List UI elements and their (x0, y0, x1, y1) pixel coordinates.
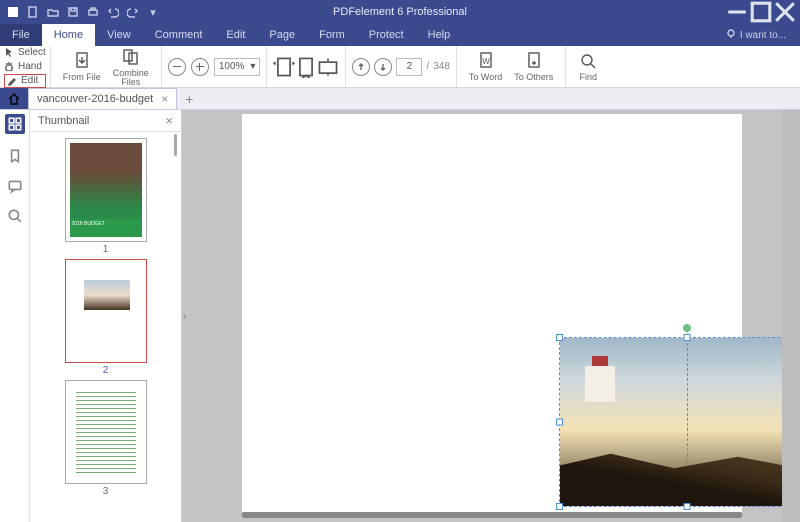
new-icon[interactable] (26, 5, 40, 19)
fit-height-button[interactable] (317, 56, 339, 78)
thumbnail-panel-header: Thumbnail × (30, 110, 181, 132)
menu-protect[interactable]: Protect (357, 24, 416, 46)
resize-handle-s[interactable] (684, 503, 691, 510)
search-panel-button[interactable] (7, 208, 23, 224)
thumbnail-page[interactable]: 2016 BUDGET 1 (65, 138, 147, 255)
print-icon[interactable] (86, 5, 100, 19)
thumbnail-page-number: 2 (103, 365, 109, 376)
workspace: Thumbnail × 2016 BUDGET 1 2 3 ‹ (0, 110, 800, 522)
page-total: 348 (433, 61, 450, 72)
menu-form[interactable]: Form (307, 24, 357, 46)
menu-bar: File Home View Comment Edit Page Form Pr… (0, 24, 800, 46)
ribbon-create-group: From File Combine Files (51, 46, 162, 87)
thumbnail-page-number: 3 (103, 486, 109, 497)
thumbnail-scrollbar[interactable] (174, 134, 177, 156)
to-others-icon (524, 51, 544, 71)
close-button[interactable] (774, 3, 796, 21)
svg-text:W: W (482, 57, 490, 66)
document-tab-label: vancouver-2016-budget (37, 93, 153, 105)
zoom-in-button[interactable] (191, 58, 209, 76)
window-controls (726, 3, 800, 21)
thumbnail-page[interactable]: 3 (65, 380, 147, 497)
find-button[interactable]: Find (572, 46, 604, 87)
thumbnail-panel-button[interactable] (5, 114, 25, 134)
maximize-button[interactable] (750, 3, 772, 21)
resize-handle-w[interactable] (556, 419, 563, 426)
zoom-out-button[interactable] (168, 58, 186, 76)
collapse-panel-handle[interactable]: ‹ (182, 301, 188, 331)
fit-width-button[interactable] (295, 56, 317, 78)
hand-tool[interactable]: Hand (4, 60, 46, 73)
thumbnail-panel: Thumbnail × 2016 BUDGET 1 2 3 (30, 110, 182, 522)
menu-view[interactable]: View (95, 24, 143, 46)
thumbnail-panel-title: Thumbnail (38, 115, 89, 127)
horizontal-scrollbar[interactable] (242, 512, 742, 518)
thumbnail-page[interactable]: 2 (65, 259, 147, 376)
tab-home-button[interactable] (0, 88, 28, 109)
thumbnail-list: 2016 BUDGET 1 2 3 (30, 132, 181, 522)
find-icon (578, 51, 598, 71)
ribbon-tools-group: Select Hand Edit (0, 46, 51, 87)
from-file-button[interactable]: From File (57, 46, 107, 87)
minimize-button[interactable] (726, 3, 748, 21)
close-tab-icon[interactable]: × (161, 92, 168, 106)
thumbnail-page-number: 1 (103, 244, 109, 255)
fit-page-button[interactable] (273, 56, 295, 78)
document-tab[interactable]: vancouver-2016-budget × (28, 88, 177, 109)
from-file-icon (72, 51, 92, 71)
page-separator: / (426, 61, 429, 72)
side-toolbar (0, 110, 30, 522)
add-tab-button[interactable]: + (177, 91, 201, 107)
next-page-button[interactable] (374, 58, 392, 76)
ribbon-convert-group: W To Word To Others (457, 46, 566, 87)
prev-page-button[interactable] (352, 58, 370, 76)
combine-files-button[interactable]: Combine Files (107, 46, 155, 87)
document-tab-bar: vancouver-2016-budget × + (0, 88, 800, 110)
open-icon[interactable] (46, 5, 60, 19)
quick-access-toolbar: ▾ (0, 5, 166, 19)
chevron-down-icon: ▾ (250, 61, 255, 72)
to-others-button[interactable]: To Others (508, 46, 559, 87)
page-number-input[interactable] (396, 58, 422, 76)
menu-edit[interactable]: Edit (214, 24, 257, 46)
combine-files-icon (121, 47, 141, 67)
resize-handle-nw[interactable] (556, 334, 563, 341)
save-icon[interactable] (66, 5, 80, 19)
resize-handle-n[interactable] (684, 334, 691, 341)
menu-help[interactable]: Help (416, 24, 463, 46)
menu-page[interactable]: Page (257, 24, 307, 46)
i-want-to[interactable]: I want to... (726, 29, 786, 42)
ribbon-page-nav-group: / 348 (346, 46, 456, 87)
bookmark-panel-button[interactable] (7, 148, 23, 164)
menu-file[interactable]: File (0, 24, 42, 46)
zoom-select[interactable]: 100%▾ (214, 58, 261, 76)
menu-comment[interactable]: Comment (143, 24, 215, 46)
i-want-to-label: I want to... (740, 30, 786, 41)
lightbulb-icon (726, 29, 736, 42)
to-word-icon: W (476, 51, 496, 71)
edit-tool[interactable]: Edit (4, 74, 46, 88)
app-title: PDFelement 6 Professional (333, 6, 467, 18)
redo-icon[interactable] (126, 5, 140, 19)
ribbon-find-group: Find (566, 46, 610, 87)
document-canvas[interactable]: ‹ (182, 110, 800, 522)
undo-icon[interactable] (106, 5, 120, 19)
ribbon: Select Hand Edit From File Combine Files… (0, 46, 800, 88)
vertical-scrollbar[interactable] (782, 110, 800, 522)
title-bar: ▾ PDFelement 6 Professional (0, 0, 800, 24)
close-panel-icon[interactable]: × (165, 113, 173, 128)
select-tool[interactable]: Select (4, 46, 46, 59)
menu-home[interactable]: Home (42, 24, 95, 46)
ribbon-fit-group (267, 46, 346, 87)
to-word-button[interactable]: W To Word (463, 46, 508, 87)
qat-dropdown-icon[interactable]: ▾ (146, 5, 160, 19)
app-icon (6, 5, 20, 19)
selected-image[interactable] (560, 338, 800, 506)
ribbon-zoom-group: 100%▾ (162, 46, 268, 87)
resize-handle-sw[interactable] (556, 503, 563, 510)
annotation-panel-button[interactable] (7, 178, 23, 194)
